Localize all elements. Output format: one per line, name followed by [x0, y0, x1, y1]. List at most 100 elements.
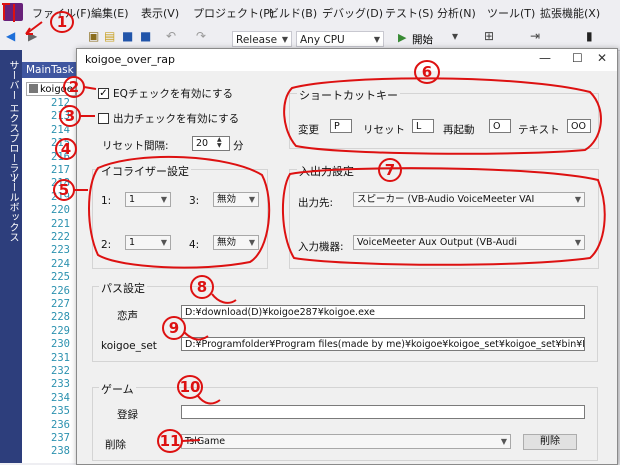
game-group-title: ゲーム	[99, 381, 136, 397]
config-value: Release	[236, 34, 278, 46]
game-delete-button[interactable]: 削除	[523, 434, 577, 450]
toolbar-icon[interactable]: ⇥	[530, 29, 540, 43]
game-delete-button-label: 削除	[540, 436, 560, 447]
output-check-label: 出力チェックを有効にする	[113, 113, 240, 125]
menu-file[interactable]: ファイル(F)	[32, 5, 91, 21]
file-icon	[29, 84, 38, 93]
shortcut-text-input[interactable]: OO	[567, 119, 591, 133]
koigoe-path-value: D:¥download(D)¥koigoe287¥koigoe.exe	[185, 307, 375, 318]
line-number: 218	[51, 177, 70, 190]
maximize-icon[interactable]: ☐	[572, 51, 583, 65]
platform-combo[interactable]: Any CPU ▼	[296, 31, 384, 47]
game-register-input[interactable]	[181, 405, 585, 419]
file-dropdown[interactable]: koigoe	[26, 82, 76, 96]
save-icon[interactable]: ■	[122, 29, 133, 43]
form-title: koigoe_over_rap	[85, 53, 176, 66]
chevron-down-icon: ▼	[248, 238, 255, 247]
line-number: 222	[51, 231, 70, 243]
eq-slot1-select[interactable]: 1 ▼	[125, 192, 171, 207]
menu-build[interactable]: ビルド(B)	[268, 5, 317, 21]
eq-slot2-label: 2:	[101, 239, 112, 251]
new-project-icon[interactable]: ▣	[88, 29, 99, 43]
shortcut-reset-label: リセット	[363, 124, 405, 136]
koigoe-set-path-input[interactable]: D:¥Programfolder¥Program files(made by m…	[181, 337, 585, 351]
config-combo[interactable]: Release ▼	[232, 31, 292, 47]
chevron-down-icon: ▼	[574, 238, 581, 247]
shortcut-change-label: 変更	[298, 124, 319, 136]
eq-slot3-select[interactable]: 無効 ▼	[213, 192, 259, 207]
tab-maintask[interactable]: MainTask	[22, 62, 82, 78]
io-output-label: 出力先:	[298, 197, 334, 209]
minimize-icon[interactable]: —	[539, 51, 551, 65]
io-output-select[interactable]: スピーカー (VB-Audio VoiceMeeter VAI ▼	[353, 192, 585, 207]
bookmark-icon[interactable]: ▮	[586, 29, 593, 43]
line-number: 234	[51, 391, 70, 404]
eq-slot1-label: 1:	[101, 195, 112, 207]
shortcut-reset-input[interactable]: L	[412, 119, 434, 133]
close-icon[interactable]: ✕	[597, 51, 607, 65]
menu-tools[interactable]: ツール(T)	[487, 5, 535, 21]
menu-edit[interactable]: 編集(E)	[91, 5, 129, 21]
shortcut-change-input[interactable]: P	[330, 119, 352, 133]
menu-test[interactable]: テスト(S)	[385, 5, 434, 21]
line-number: 228	[51, 311, 70, 324]
menu-extensions[interactable]: 拡張機能(X)	[540, 5, 600, 21]
menu-debug[interactable]: デバッグ(D)	[322, 5, 383, 21]
line-number: 238	[51, 445, 70, 458]
back-icon[interactable]: ◀	[6, 29, 15, 43]
eq-slot3-value: 無効	[217, 194, 237, 205]
menu-analyze[interactable]: 分析(N)	[437, 5, 476, 21]
tab-strip	[22, 50, 76, 62]
chevron-down-icon: ▼	[500, 437, 507, 446]
eq-check-label: EQチェックを有効にする	[113, 88, 234, 100]
io-group-title: 入出力設定	[297, 163, 356, 179]
line-number: 225	[51, 271, 70, 284]
toolbar-icon[interactable]: ▾	[452, 29, 458, 43]
vs-logo-icon	[3, 3, 23, 21]
play-icon[interactable]: ▶	[398, 31, 406, 44]
spin-buttons[interactable]: ▲ ▼	[217, 137, 227, 150]
line-number: 223	[51, 244, 70, 257]
shortcut-reset-value: L	[416, 121, 422, 132]
koigoe-path-input[interactable]: D:¥download(D)¥koigoe287¥koigoe.exe	[181, 305, 585, 319]
shortcut-group-title: ショートカットキー	[297, 87, 400, 103]
line-number: 214	[51, 123, 70, 136]
line-number: 233	[51, 378, 70, 391]
io-output-value: スピーカー (VB-Audio VoiceMeeter VAI	[357, 194, 535, 205]
shortcut-restart-input[interactable]: O	[489, 119, 511, 133]
server-explorer-tab[interactable]: サーバー エクスプローラー	[5, 60, 20, 183]
line-number: 217	[51, 164, 70, 176]
tab-label: MainTask	[26, 64, 74, 76]
io-input-select[interactable]: VoiceMeeter Aux Output (VB-Audi ▼	[353, 235, 585, 250]
start-button[interactable]: 開始	[412, 32, 433, 47]
eq-slot4-select[interactable]: 無効 ▼	[213, 235, 259, 250]
eq-slot2-select[interactable]: 1 ▼	[125, 235, 171, 250]
open-folder-icon[interactable]: ▤	[104, 29, 115, 43]
redo-icon[interactable]: ↷	[196, 29, 206, 43]
io-input-label: 入力機器:	[298, 241, 344, 253]
shortcut-restart-value: O	[493, 121, 501, 132]
koigoe-set-path-value: D:¥Programfolder¥Program files(made by m…	[185, 339, 585, 350]
undo-icon[interactable]: ↶	[166, 29, 176, 43]
eq-slot3-label: 3:	[189, 195, 200, 207]
menu-bar: ファイル(F) 編集(E) 表示(V) プロジェクト(P) ビルド(B) デバッ…	[0, 0, 620, 26]
eq-group	[92, 169, 268, 269]
game-delete-value: TslGame	[185, 436, 226, 447]
chevron-down-icon: ▼	[248, 195, 255, 204]
shortcut-text-value: OO	[571, 121, 586, 132]
output-checkbox[interactable]	[98, 113, 109, 124]
eq-checkbox[interactable]: ✓	[98, 88, 109, 99]
toolbox-tab[interactable]: ツールボックス	[5, 172, 20, 242]
save-all-icon[interactable]: ■	[140, 29, 151, 43]
reset-interval-unit: 分	[233, 140, 244, 152]
eq-group-title: イコライザー設定	[99, 163, 191, 179]
chevron-down-icon: ▼	[373, 35, 380, 44]
forward-icon[interactable]: ▶	[28, 29, 37, 43]
toolbar-icon[interactable]: ⊞	[484, 29, 494, 43]
koigoe-set-path-label: koigoe_set	[101, 340, 157, 352]
eq-slot2-value: 1	[129, 237, 136, 248]
menu-view[interactable]: 表示(V)	[141, 5, 179, 21]
game-delete-select[interactable]: TslGame ▼	[181, 434, 511, 449]
menu-project[interactable]: プロジェクト(P)	[193, 5, 274, 21]
line-number: 224	[51, 257, 70, 270]
